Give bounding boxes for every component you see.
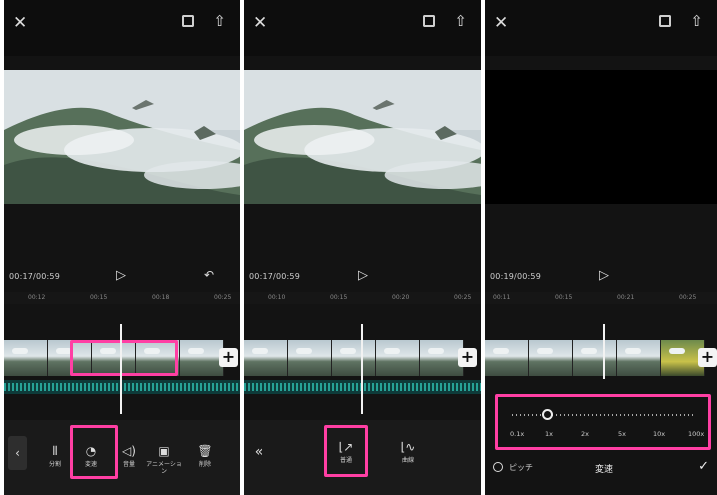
audio-track[interactable] [4, 380, 240, 394]
clip-thumbnail [244, 340, 288, 376]
foggy-mountain-image [4, 70, 240, 204]
ruler-label: 00:21 [617, 294, 635, 301]
clip-thumbnail [288, 340, 332, 376]
clip-thumbnail [376, 340, 420, 376]
back-double-chevron-icon[interactable]: « [250, 444, 268, 460]
split-icon: ⫴ [52, 444, 58, 458]
tool-animation[interactable]: ▣ アニメーション [146, 444, 182, 475]
speed-footer: ピッチ 変速 ✓ [485, 454, 717, 484]
speed-mark: 1x [545, 430, 553, 438]
top-bar: ✕ ⇧ [244, 0, 481, 56]
foggy-mountain-image [244, 70, 481, 204]
back-chevron-icon[interactable]: ‹ [8, 436, 27, 470]
clip-thumbnail [180, 340, 224, 376]
tool-label: アニメーション [146, 461, 182, 475]
playback-bar: 00:17/00:59 ▷ [244, 266, 481, 290]
speed-mark: 100x [688, 430, 705, 438]
fullscreen-icon[interactable] [659, 15, 671, 27]
add-clip-icon[interactable]: + [698, 348, 717, 367]
fullscreen-icon[interactable] [182, 15, 194, 27]
tool-label: 分割 [48, 461, 61, 468]
option-label: 曲線 [401, 457, 414, 464]
normal-option-highlight [324, 425, 368, 477]
speed-mark: 10x [653, 430, 666, 438]
clip-thumbnail [617, 340, 661, 376]
animation-icon: ▣ [158, 444, 170, 458]
ruler-label: 00:12 [28, 294, 46, 301]
ruler-label: 00:25 [679, 294, 697, 301]
video-preview-black [485, 70, 717, 204]
clip-thumbnail [485, 340, 529, 376]
clip-thumbnail [573, 340, 617, 376]
undo-icon[interactable]: ↶ [204, 268, 214, 282]
ruler-label: 00:11 [493, 294, 511, 301]
playhead[interactable] [603, 324, 605, 379]
tool-delete[interactable]: 🗑 削除 [192, 444, 218, 468]
speed-title: 変速 [595, 465, 614, 475]
play-icon[interactable]: ▷ [116, 268, 126, 283]
video-clip-track[interactable] [485, 340, 705, 376]
export-icon[interactable]: ⇧ [213, 12, 226, 30]
editor-panel-2: ✕ ⇧ 00:17/00:59 ▷ 00:10 00:15 00:20 00:2… [244, 0, 481, 495]
ruler-label: 00:15 [90, 294, 108, 301]
playhead[interactable] [120, 324, 122, 414]
tool-split[interactable]: ⫴ 分割 [42, 444, 68, 468]
timecode: 00:17/00:59 [9, 272, 61, 281]
close-icon[interactable]: ✕ [13, 13, 27, 33]
pitch-label: ピッチ [509, 463, 533, 472]
add-clip-icon[interactable]: + [458, 348, 477, 367]
speed-slider-track[interactable] [512, 414, 694, 416]
curve-speed-icon: ⌊∿ [400, 440, 416, 454]
close-icon[interactable]: ✕ [253, 13, 267, 33]
fullscreen-icon[interactable] [423, 15, 435, 27]
time-ruler: 00:10 00:15 00:20 00:25 [244, 292, 481, 304]
clip-thumbnail [332, 340, 376, 376]
delete-icon: 🗑 [197, 444, 213, 458]
volume-icon: ◁) [122, 444, 136, 458]
clip-thumbnail [4, 340, 48, 376]
clip-thumbnail [529, 340, 573, 376]
export-icon[interactable]: ⇧ [454, 12, 467, 30]
pitch-radio[interactable] [493, 462, 503, 472]
timecode: 00:19/00:59 [490, 272, 542, 281]
speed-curve-option[interactable]: ⌊∿ 曲線 [394, 440, 422, 464]
speed-mark: 5x [618, 430, 626, 438]
ruler-label: 00:15 [555, 294, 573, 301]
ruler-label: 00:15 [330, 294, 348, 301]
ruler-label: 00:20 [392, 294, 410, 301]
tool-volume[interactable]: ◁) 音量 [116, 444, 142, 468]
playback-bar: 00:19/00:59 ▷ [485, 266, 717, 290]
play-icon[interactable]: ▷ [358, 268, 368, 283]
video-clip-track[interactable] [244, 340, 464, 376]
add-clip-icon[interactable]: + [219, 348, 238, 367]
ruler-label: 00:18 [152, 294, 170, 301]
close-icon[interactable]: ✕ [494, 13, 508, 33]
top-bar: ✕ ⇧ [485, 0, 717, 56]
time-ruler: 00:11 00:15 00:21 00:25 [485, 292, 717, 304]
editor-panel-1: ✕ ⇧ 00:17/00:59 ▷ ↶ 00:12 00:15 00:18 00… [4, 0, 240, 495]
speed-mark: 2x [581, 430, 589, 438]
audio-waveform [4, 383, 240, 391]
top-bar: ✕ ⇧ [4, 0, 240, 56]
tool-label: 音量 [122, 461, 135, 468]
ruler-label: 00:25 [214, 294, 232, 301]
timecode: 00:17/00:59 [249, 272, 301, 281]
ruler-label: 00:10 [268, 294, 286, 301]
export-icon[interactable]: ⇧ [690, 12, 703, 30]
speed-slider-panel: 0.1x 1x 2x 5x 10x 100x [495, 394, 711, 450]
video-preview [4, 70, 240, 204]
play-icon[interactable]: ▷ [599, 268, 609, 283]
video-preview [244, 70, 481, 204]
speed-slider-knob[interactable] [542, 409, 553, 420]
playback-bar: 00:17/00:59 ▷ ↶ [4, 266, 240, 290]
speed-tool-highlight [70, 425, 118, 479]
time-ruler: 00:12 00:15 00:18 00:25 [4, 292, 240, 304]
speed-mark: 0.1x [510, 430, 525, 438]
selected-clip-highlight [70, 340, 178, 376]
tool-label: 削除 [198, 461, 211, 468]
ruler-label: 00:25 [454, 294, 472, 301]
checkmark-icon[interactable]: ✓ [698, 459, 709, 474]
playhead[interactable] [361, 324, 363, 414]
editor-panel-3: ✕ ⇧ 00:19/00:59 ▷ 00:11 00:15 00:21 00:2… [485, 0, 717, 495]
